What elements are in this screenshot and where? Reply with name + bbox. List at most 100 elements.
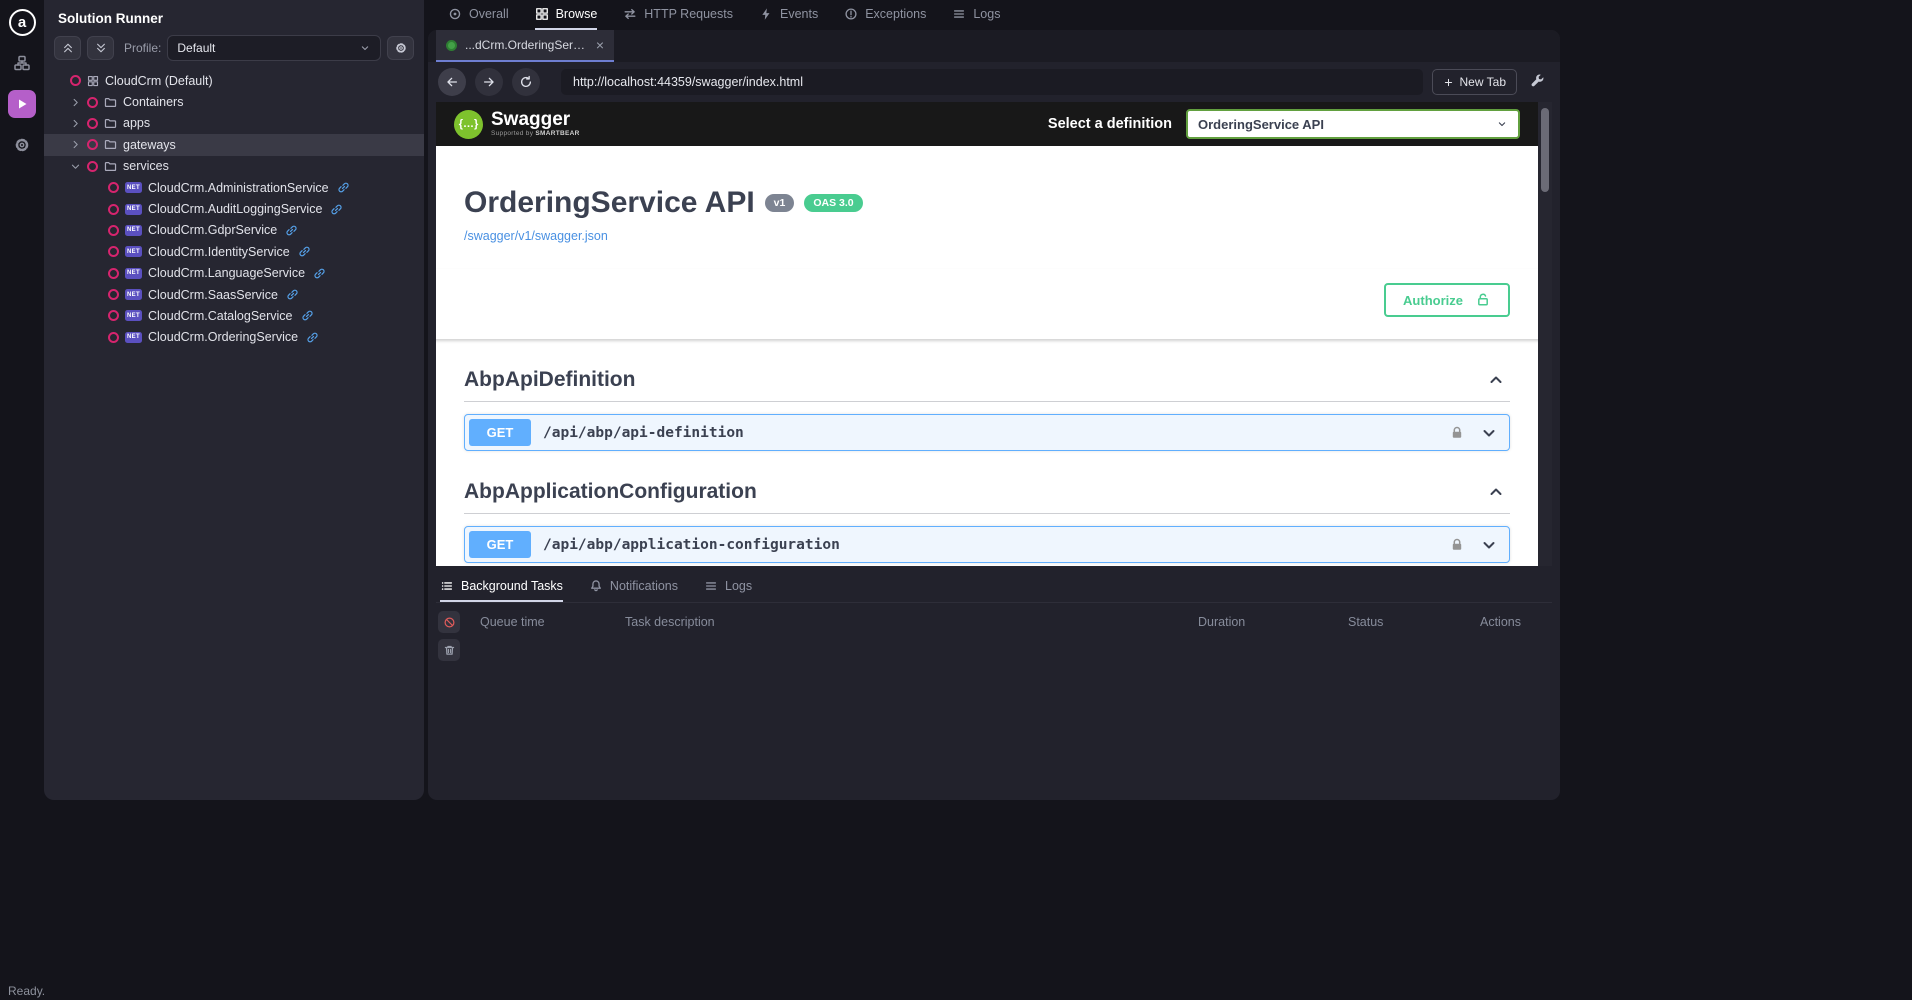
tree-item-apps[interactable]: apps (44, 113, 424, 134)
solution-tree: CloudCrm (Default) Containers apps gatew… (44, 70, 424, 348)
forward-button[interactable] (475, 68, 503, 96)
column-task-description: Task description (625, 615, 1198, 661)
tab-exceptions[interactable]: Exceptions (844, 0, 926, 30)
expand-all-button[interactable] (87, 36, 114, 60)
solution-grid-icon (87, 75, 99, 87)
link-icon (301, 309, 314, 322)
tree-item-identity-service[interactable]: NET CloudCrm.IdentityService (44, 241, 424, 262)
tab-overall[interactable]: Overall (448, 0, 509, 30)
background-tasks-table: Queue time Task description Duration Sta… (436, 603, 1552, 661)
task-list-icon (440, 579, 454, 593)
chevron-down-icon[interactable] (1481, 425, 1497, 441)
solution-runner-panel: Solution Runner Profile: Default CloudCr… (44, 0, 424, 800)
chevron-up-icon[interactable] (1488, 372, 1504, 388)
bottom-tab-bar: Background Tasks Notifications Logs (436, 572, 1552, 603)
section-header[interactable]: AbpApplicationConfiguration (464, 471, 1510, 514)
chevron-right-icon[interactable] (70, 97, 81, 108)
section-title: AbpApiDefinition (464, 368, 635, 392)
spec-json-link[interactable]: /swagger/v1/swagger.json (464, 229, 608, 243)
lock-icon[interactable] (1449, 537, 1465, 553)
tree-item-catalog-service[interactable]: NET CloudCrm.CatalogService (44, 305, 424, 326)
tree-item-containers[interactable]: Containers (44, 91, 424, 112)
link-icon (285, 224, 298, 237)
dotnet-badge: NET (125, 268, 142, 279)
profile-select[interactable]: Default (167, 35, 381, 61)
tree-item-language-service[interactable]: NET CloudCrm.LanguageService (44, 263, 424, 284)
tree-item-administration-service[interactable]: NET CloudCrm.AdministrationService (44, 177, 424, 198)
authorize-button[interactable]: Authorize (1384, 283, 1510, 317)
api-section-abpapidefinition: AbpApiDefinition GET /api/abp/api-defini… (464, 359, 1510, 451)
status-bar: Ready. (8, 984, 45, 998)
activity-bar: a (0, 0, 44, 1000)
tree-item-ordering-service[interactable]: NET CloudCrm.OrderingService (44, 327, 424, 348)
version-badge: v1 (765, 194, 795, 212)
browser-tab-orderingservice[interactable]: ...dCrm.OrderingService × (436, 30, 614, 62)
tab-bottom-logs[interactable]: Logs (704, 572, 752, 602)
solution-explorer-icon[interactable] (8, 49, 36, 77)
folder-icon (104, 138, 117, 151)
operation-path: /api/abp/application-configuration (543, 537, 840, 553)
exclamation-circle-icon (844, 7, 858, 21)
back-button[interactable] (438, 68, 466, 96)
address-bar[interactable]: http://localhost:44359/swagger/index.htm… (561, 69, 1423, 95)
clear-tasks-button[interactable] (438, 639, 460, 661)
browse-grid-icon (535, 7, 549, 21)
tree-item-auditlogging-service[interactable]: NET CloudCrm.AuditLoggingService (44, 198, 424, 219)
chevron-right-icon[interactable] (70, 139, 81, 150)
operation-path: /api/abp/api-definition (543, 425, 744, 441)
settings-gear-icon[interactable] (8, 131, 36, 159)
chevron-right-icon[interactable] (70, 118, 81, 129)
profile-settings-button[interactable] (387, 36, 414, 60)
table-action-buttons (438, 611, 468, 661)
wrench-icon[interactable] (1526, 74, 1550, 90)
refresh-button[interactable] (512, 68, 540, 96)
new-tab-button[interactable]: New Tab (1432, 69, 1517, 95)
tab-logs[interactable]: Logs (952, 0, 1000, 30)
tab-http-requests[interactable]: HTTP Requests (623, 0, 733, 30)
operation-get-application-configuration[interactable]: GET /api/abp/application-configuration (464, 526, 1510, 563)
operation-get-api-definition[interactable]: GET /api/abp/api-definition (464, 414, 1510, 451)
chevron-down-icon[interactable] (1481, 537, 1497, 553)
cancel-tasks-button[interactable] (438, 611, 460, 633)
scrollbar-thumb[interactable] (1541, 108, 1549, 192)
definition-select[interactable]: OrderingService API (1186, 109, 1520, 139)
project-status-icon (108, 246, 119, 257)
overall-donut-icon (448, 7, 462, 21)
dotnet-badge: NET (125, 182, 142, 193)
tree-item-saas-service[interactable]: NET CloudCrm.SaasService (44, 284, 424, 305)
tree-item-solution[interactable]: CloudCrm (Default) (44, 70, 424, 91)
link-icon (286, 288, 299, 301)
solution-runner-icon[interactable] (8, 90, 36, 118)
http-method-badge: GET (469, 419, 531, 446)
http-method-badge: GET (469, 531, 531, 558)
tab-background-tasks[interactable]: Background Tasks (440, 572, 563, 602)
section-header[interactable]: AbpApiDefinition (464, 359, 1510, 402)
collapse-all-button[interactable] (54, 36, 81, 60)
dotnet-badge: NET (125, 246, 142, 257)
folder-icon (104, 160, 117, 173)
close-icon[interactable]: × (596, 38, 604, 52)
dotnet-badge: NET (125, 225, 142, 236)
tab-label: Browse (556, 7, 598, 21)
tree-item-gateways[interactable]: gateways (44, 134, 424, 155)
page-scrollbar[interactable] (1538, 102, 1552, 566)
lines-icon (952, 7, 966, 21)
lock-icon[interactable] (1449, 425, 1465, 441)
tab-events[interactable]: Events (759, 0, 818, 30)
tab-notifications[interactable]: Notifications (589, 572, 678, 602)
tree-item-label: gateways (123, 138, 176, 152)
new-tab-label: New Tab (1460, 75, 1506, 89)
chevron-up-icon[interactable] (1488, 484, 1504, 500)
chevron-down-icon[interactable] (70, 161, 81, 172)
tree-item-gdpr-service[interactable]: NET CloudCrm.GdprService (44, 220, 424, 241)
project-status-icon (108, 289, 119, 300)
tab-browse[interactable]: Browse (535, 0, 598, 30)
dotnet-badge: NET (125, 204, 142, 215)
profile-select-value: Default (177, 41, 215, 55)
link-icon (337, 181, 350, 194)
tab-label: Logs (725, 579, 752, 593)
dotnet-badge: NET (125, 310, 142, 321)
swagger-topbar: {…} Swagger Supported by SMARTBEAR Selec… (436, 102, 1538, 146)
tree-item-services[interactable]: services (44, 156, 424, 177)
project-status-icon (108, 310, 119, 321)
